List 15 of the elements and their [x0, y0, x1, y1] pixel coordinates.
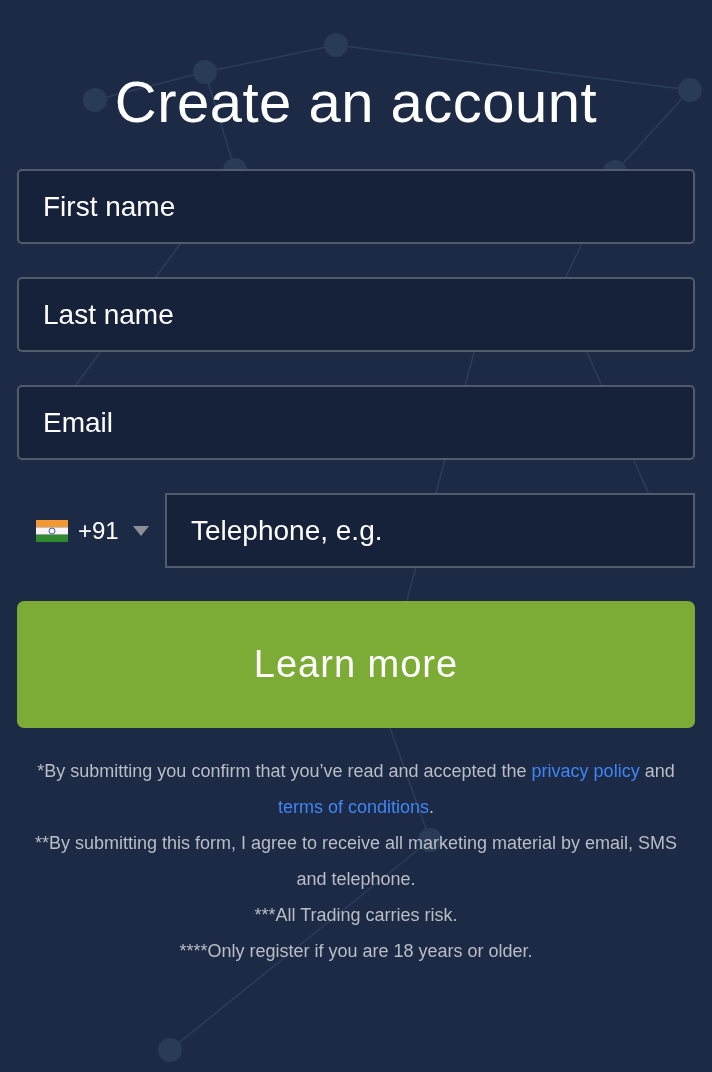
country-code[interactable]: +91 [78, 516, 119, 545]
caret-icon[interactable] [132, 525, 149, 536]
flag-icon [36, 519, 68, 542]
input-field[interactable]: First name [17, 169, 695, 244]
disclaimer-text: ***All Trading carries risk. [253, 904, 459, 927]
link[interactable]: terms of conditions [277, 797, 430, 817]
link[interactable]: privacy policy [531, 761, 640, 781]
input-field[interactable]: Last name [17, 277, 695, 352]
disclaimer-text: *By submitting you confirm that you’ve read and accepted the privacy policy and terms of conditions. [36, 760, 676, 819]
input-field[interactable]: Email [17, 385, 695, 460]
disclaimer-text: ****Only register if you are 18 years or older. [178, 940, 534, 963]
phone-field[interactable]: Telephone, e.g. [165, 493, 695, 568]
learn-more-button[interactable]: Learn more [17, 601, 695, 728]
disclaimer-text: **By submitting this form, I agree to receive all marketing material by email, SMS and telephone. [33, 832, 679, 891]
page-title: Create an account [113, 68, 599, 136]
